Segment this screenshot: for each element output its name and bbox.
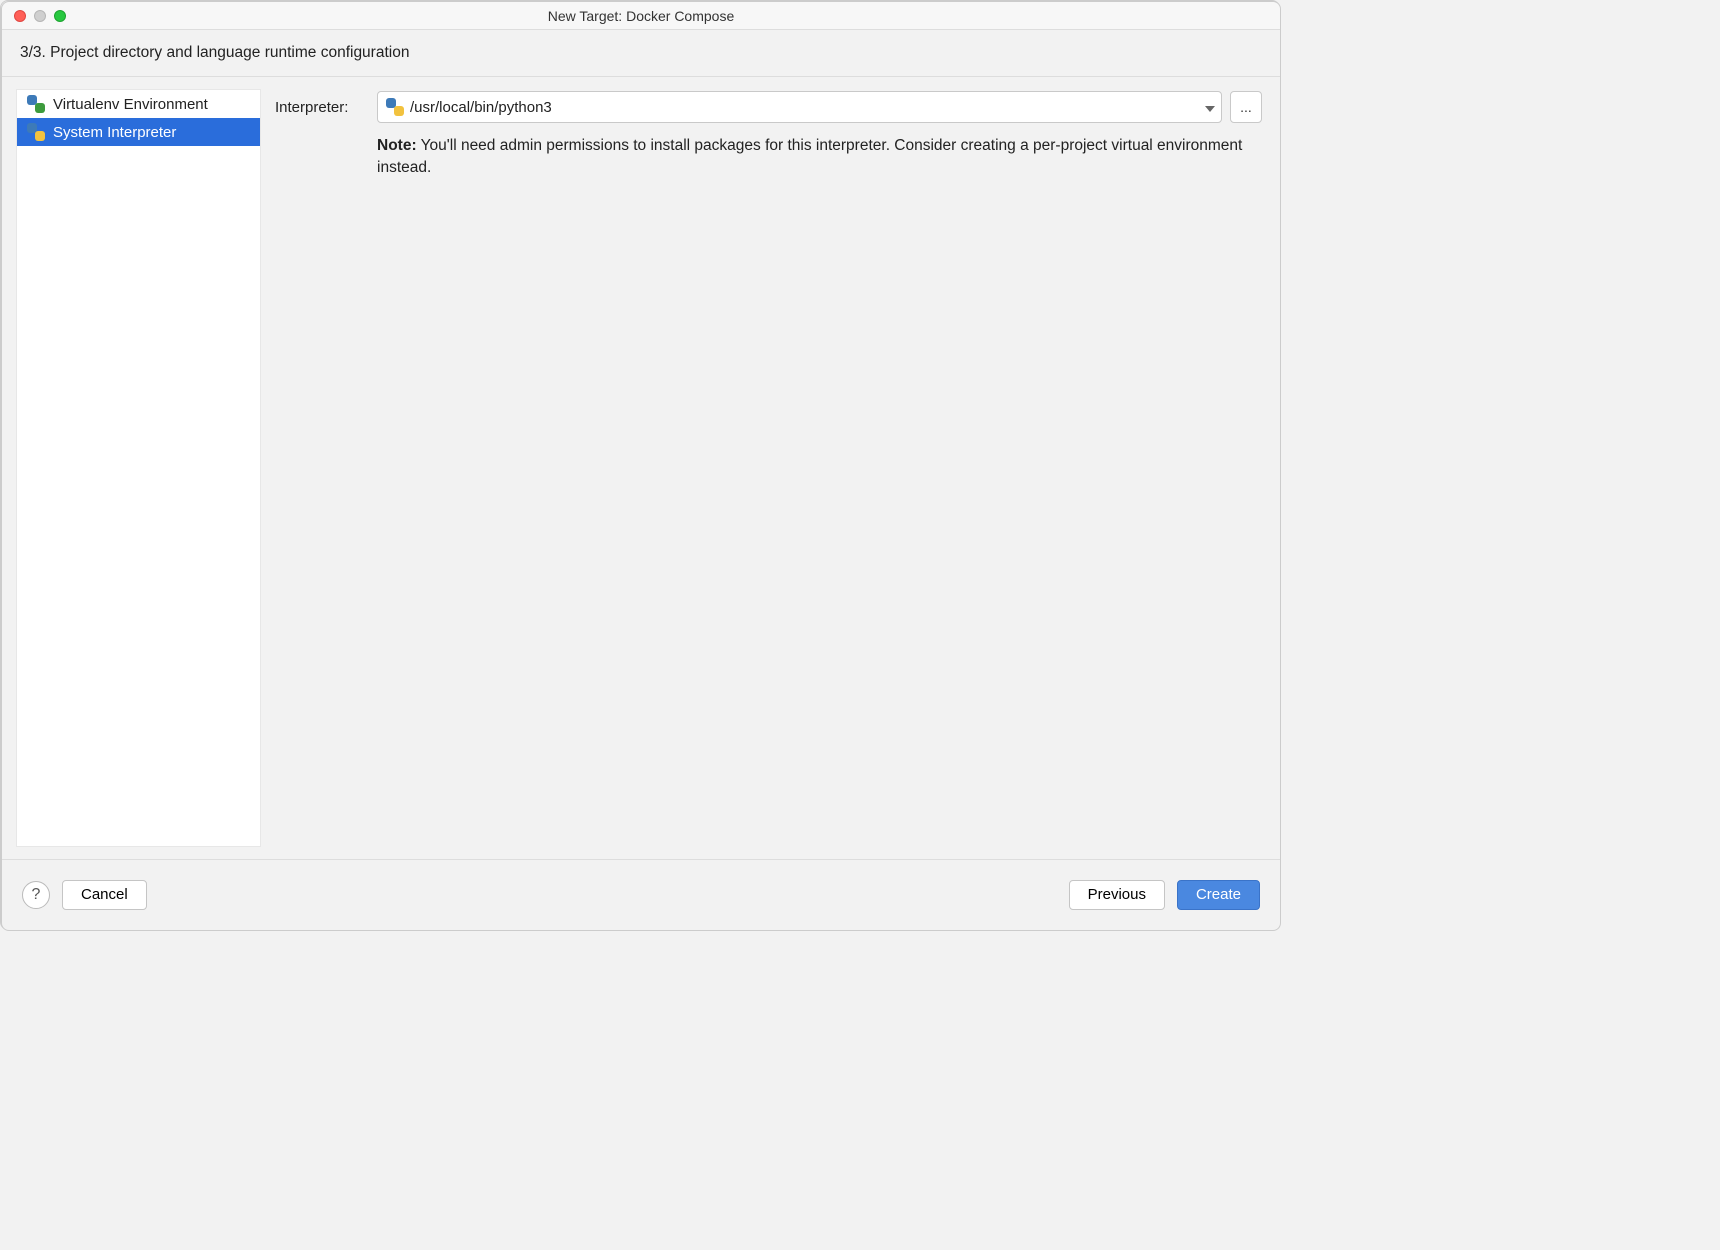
chevron-down-icon [1205,99,1215,116]
python-icon [386,98,404,116]
sidebar-item-virtualenv[interactable]: Virtualenv Environment [17,90,260,118]
button-label: Cancel [81,886,128,903]
interpreter-label: Interpreter: [275,99,369,116]
cancel-button[interactable]: Cancel [62,880,147,910]
close-window-button[interactable] [14,10,26,22]
minimize-window-button[interactable] [34,10,46,22]
interpreter-row: Interpreter: /usr/local/bin/python3 ... [275,91,1262,123]
sidebar-item-system-interpreter[interactable]: System Interpreter [17,118,260,146]
titlebar: New Target: Docker Compose [2,2,1280,30]
browse-interpreter-button[interactable]: ... [1230,91,1262,123]
previous-button[interactable]: Previous [1069,880,1165,910]
note-text: You'll need admin permissions to install… [377,137,1242,176]
interpreter-combo[interactable]: /usr/local/bin/python3 [377,91,1222,123]
create-button[interactable]: Create [1177,880,1260,910]
ellipsis-icon: ... [1240,99,1252,115]
zoom-window-button[interactable] [54,10,66,22]
form-content: Interpreter: /usr/local/bin/python3 ... … [261,77,1280,859]
interpreter-type-sidebar: Virtualenv Environment System Interprete… [16,89,261,847]
help-button[interactable]: ? [22,881,50,909]
window-controls [2,10,66,22]
python-icon [27,123,45,141]
help-icon: ? [32,886,41,904]
button-label: Create [1196,886,1241,903]
button-label: Previous [1088,886,1146,903]
sidebar-item-label: Virtualenv Environment [53,96,208,113]
note-bold: Note: [377,137,417,154]
dialog-footer: ? Cancel Previous Create [2,859,1280,929]
dialog-body: Virtualenv Environment System Interprete… [2,77,1280,859]
interpreter-path: /usr/local/bin/python3 [410,99,552,116]
sidebar-item-label: System Interpreter [53,124,176,141]
window-title: New Target: Docker Compose [2,8,1280,24]
wizard-step-header: 3/3. Project directory and language runt… [2,30,1280,77]
python-virtualenv-icon [27,95,45,113]
interpreter-note: Note: You'll need admin permissions to i… [377,135,1262,180]
